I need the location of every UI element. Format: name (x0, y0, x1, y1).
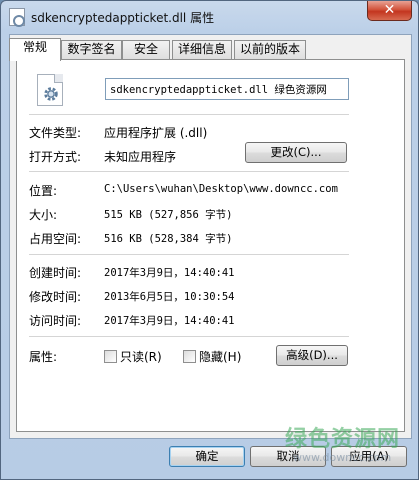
divider (29, 254, 349, 255)
tab-details[interactable]: 详细信息 (172, 40, 232, 59)
tab-security[interactable]: 安全 (122, 40, 170, 59)
location-value: C:\Users\wuhan\Desktop\www.downcc.com (104, 183, 338, 195)
attributes-label: 属性: (29, 350, 58, 364)
close-button[interactable]: ✕ (367, 1, 412, 21)
window-title: sdkencryptedappticket.dll 属性 (31, 11, 215, 25)
divider (29, 336, 349, 337)
file-name-input[interactable]: sdkencryptedappticket.dll 绿色资源网 (105, 78, 349, 100)
size-label: 大小: (29, 208, 58, 222)
file-type-label: 文件类型: (29, 126, 82, 140)
modified-value: 2013年6月5日，10:30:54 (104, 291, 235, 303)
size-value: 515 KB (527,856 字节) (104, 209, 233, 221)
accessed-value: 2017年3月9日，14:40:41 (104, 315, 235, 327)
accessed-label: 访问时间: (29, 314, 82, 328)
divider (29, 114, 349, 115)
opens-with-value: 未知应用程序 (104, 150, 177, 164)
divider (29, 171, 349, 172)
dll-gear-icon (37, 74, 63, 106)
created-label: 创建时间: (29, 266, 82, 280)
general-panel: sdkencryptedappticket.dll 绿色资源网 文件类型: 应用… (16, 59, 405, 432)
apply-button[interactable]: 应用(A) (331, 446, 407, 467)
modified-label: 修改时间: (29, 290, 82, 304)
readonly-checkbox[interactable] (104, 350, 117, 363)
tab-previous-versions[interactable]: 以前的版本 (234, 40, 306, 59)
ok-button[interactable]: 确定 (169, 446, 245, 467)
file-type-value: 应用程序扩展 (.dll) (104, 126, 208, 140)
change-button[interactable]: 更改(C)... (245, 142, 347, 163)
readonly-label[interactable]: 只读(R) (120, 348, 162, 365)
hidden-checkbox[interactable] (183, 350, 196, 363)
tab-general[interactable]: 常规 (9, 38, 61, 61)
created-value: 2017年3月9日，14:40:41 (104, 267, 235, 279)
hidden-label[interactable]: 隐藏(H) (199, 348, 241, 365)
location-label: 位置: (29, 184, 58, 198)
size-on-disk-label: 占用空间: (29, 232, 82, 246)
advanced-button[interactable]: 高级(D)... (276, 345, 348, 366)
size-on-disk-value: 516 KB (528,384 字节) (104, 233, 233, 245)
properties-window: sdkencryptedappticket.dll 属性 ✕ 常规 数字签名 安… (0, 0, 419, 480)
cancel-button[interactable]: 取消 (250, 446, 326, 467)
file-icon-small (9, 8, 25, 27)
tab-digital-signatures[interactable]: 数字签名 (61, 40, 122, 59)
title-bar[interactable]: sdkencryptedappticket.dll 属性 ✕ (1, 1, 418, 33)
opens-with-label: 打开方式: (29, 150, 82, 164)
